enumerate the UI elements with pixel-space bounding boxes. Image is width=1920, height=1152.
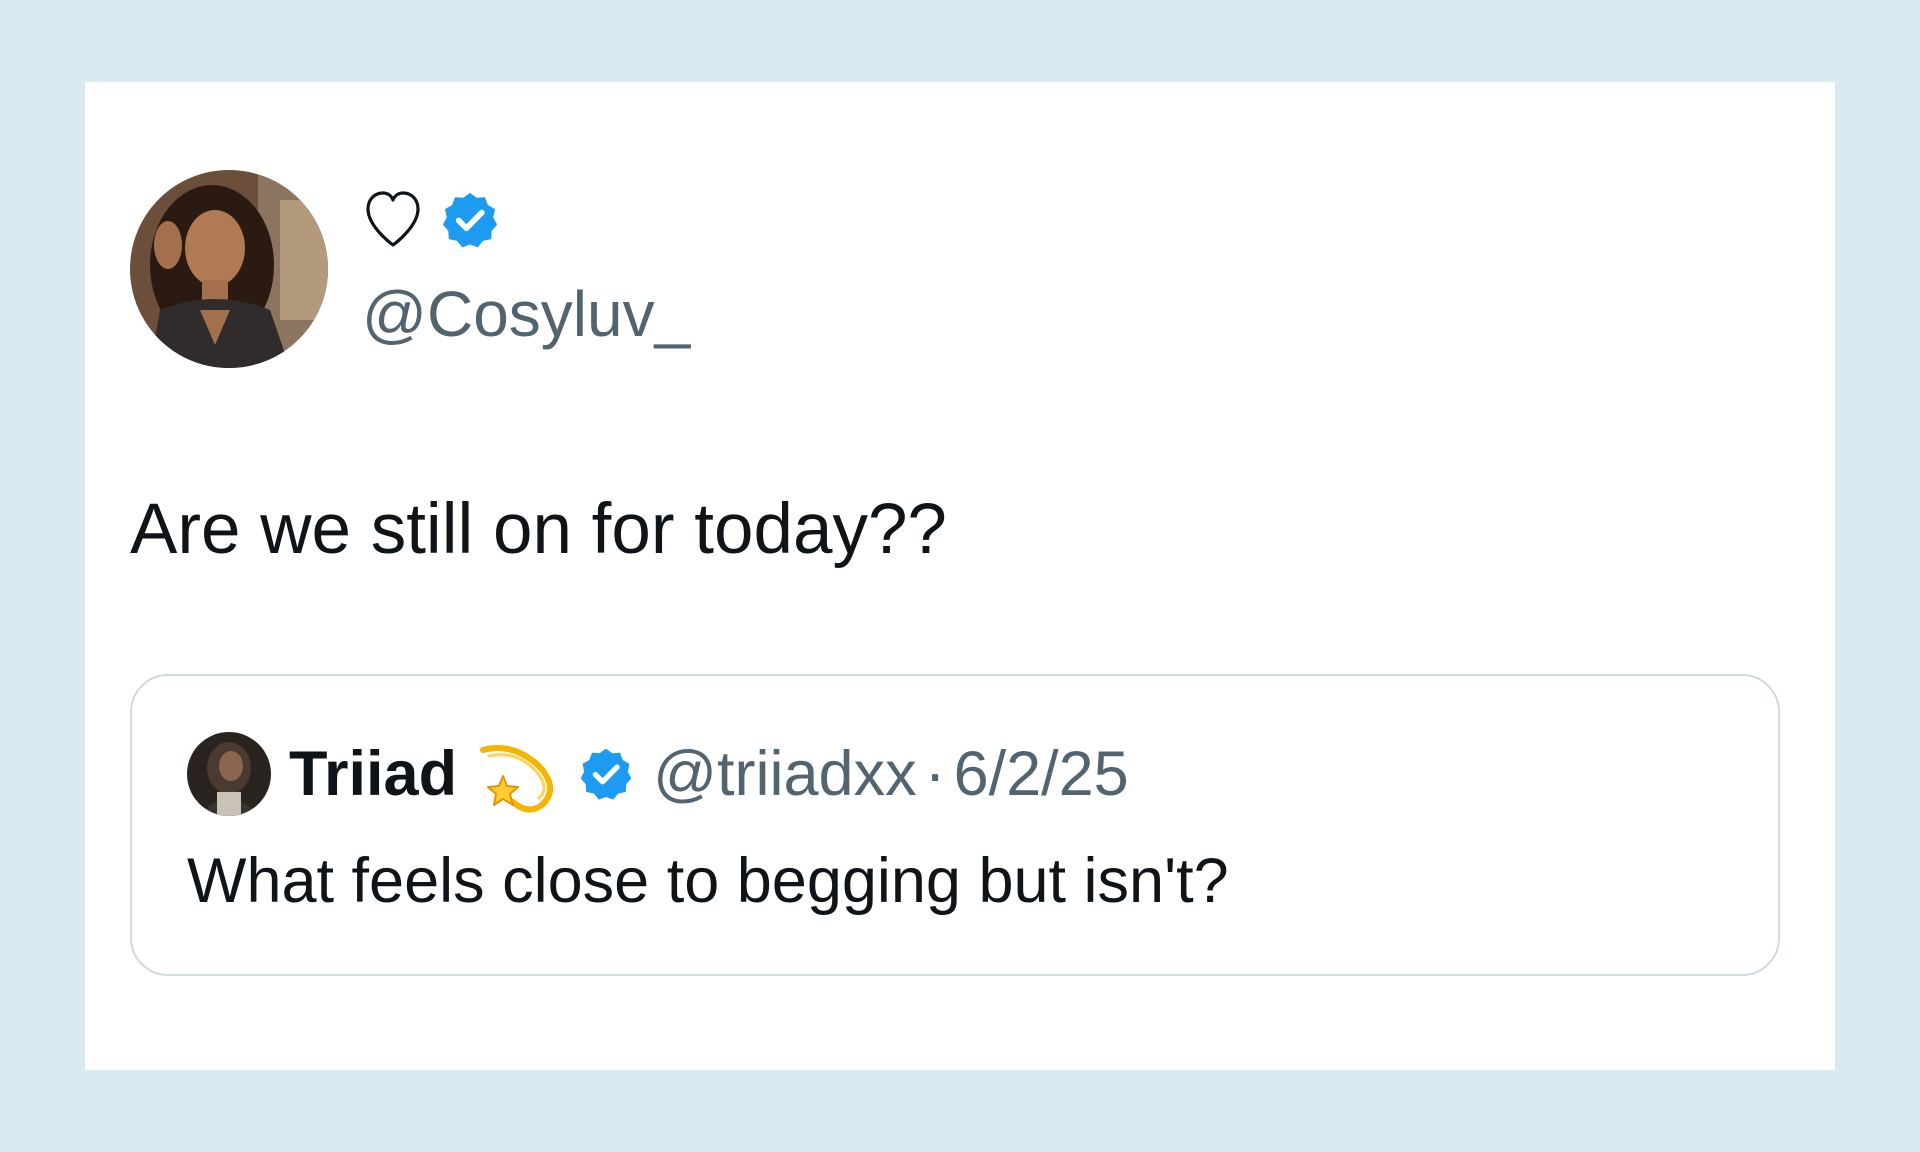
- quoted-author-name[interactable]: Triiad: [289, 738, 457, 810]
- author-avatar[interactable]: [130, 170, 328, 368]
- quoted-tweet-header: Triiad @triiadxx · 6/2/25: [187, 731, 1129, 817]
- author-name-row: [363, 187, 501, 253]
- quoted-tweet-date[interactable]: 6/2/25: [954, 738, 1129, 810]
- quoted-author-handle[interactable]: @triiadxx: [653, 738, 917, 810]
- separator-dot: ·: [924, 739, 946, 809]
- author-handle[interactable]: @Cosyluv_: [362, 274, 690, 354]
- verified-badge-icon: [439, 189, 501, 251]
- dizzy-star-icon: [473, 732, 557, 816]
- tweet-text: Are we still on for today??: [130, 490, 947, 569]
- quoted-author-avatar[interactable]: [187, 732, 271, 816]
- tweet-card: @Cosyluv_ Are we still on for today?? Tr…: [85, 82, 1835, 1070]
- quoted-tweet-text: What feels close to begging but isn't?: [187, 846, 1229, 916]
- quoted-tweet[interactable]: Triiad @triiadxx · 6/2/25 What feels clo…: [130, 674, 1780, 976]
- heart-outline-icon: [363, 189, 423, 251]
- verified-badge-icon: [577, 745, 635, 803]
